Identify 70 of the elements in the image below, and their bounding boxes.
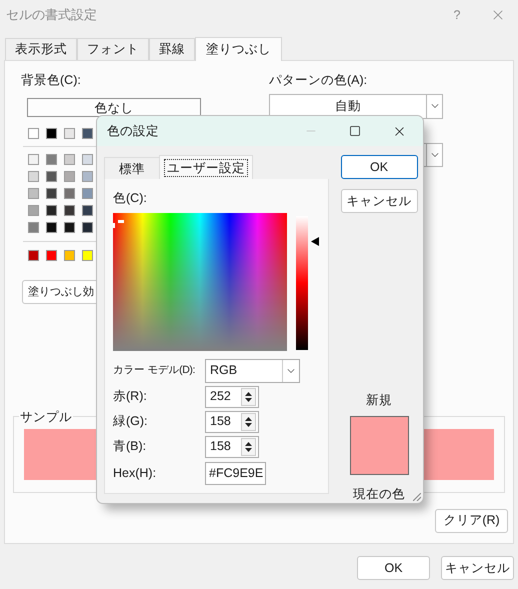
number-field[interactable]: 252: [205, 386, 259, 408]
color-swatch[interactable]: [82, 204, 93, 216]
color-swatch[interactable]: [64, 222, 75, 233]
tab[interactable]: ユーザー設定: [159, 155, 253, 179]
clear-button[interactable]: クリア(R): [435, 508, 508, 533]
field-label: 背景色(C):: [21, 72, 82, 89]
tab[interactable]: 罫線: [149, 38, 195, 60]
color-swatch[interactable]: [46, 204, 57, 216]
color-swatch[interactable]: [82, 222, 93, 233]
dialog-title: 色の設定: [107, 122, 159, 140]
up-icon: [245, 392, 252, 396]
color-swatch[interactable]: [28, 188, 39, 199]
maximize-icon[interactable]: [349, 125, 361, 137]
up-icon: [245, 416, 252, 421]
down-icon: [245, 448, 252, 452]
tab[interactable]: 塗りつぶし: [195, 37, 282, 61]
current-label: 現在の色: [353, 486, 405, 503]
color-swatch[interactable]: [82, 128, 93, 139]
color-swatch[interactable]: [46, 170, 57, 182]
spin-buttons[interactable]: [241, 412, 256, 431]
luminance-bar[interactable]: [296, 216, 308, 350]
color-swatch[interactable]: [46, 128, 57, 139]
color-swatch[interactable]: [82, 250, 93, 261]
color-swatch[interactable]: [28, 250, 39, 261]
color-swatch[interactable]: [82, 188, 93, 199]
color-swatch[interactable]: [64, 204, 75, 216]
color-swatch[interactable]: [28, 128, 39, 139]
cancel-button[interactable]: キャンセル: [340, 189, 418, 213]
window-title: セルの書式設定: [6, 6, 97, 24]
hex-field[interactable]: #FC9E9E: [205, 462, 266, 485]
field-label: 青(B):: [113, 438, 148, 456]
field-label: 緑(G):: [113, 413, 149, 430]
ok-button[interactable]: OK: [357, 556, 430, 580]
field-label: Hex(H):: [113, 464, 158, 482]
field-label: 赤(R):: [113, 388, 148, 406]
color-swatch[interactable]: [28, 222, 39, 233]
tab[interactable]: フォント: [77, 38, 149, 60]
color-swatch[interactable]: [64, 154, 75, 165]
color-swatch[interactable]: [64, 250, 75, 261]
color-swatch[interactable]: [46, 188, 57, 199]
color-swatch[interactable]: [64, 188, 75, 199]
luminance-arrow-icon[interactable]: [311, 237, 319, 246]
color-swatch[interactable]: [28, 204, 39, 216]
color-swatch[interactable]: [46, 154, 57, 165]
cancel-button[interactable]: キャンセル: [441, 556, 514, 580]
resize-grip-icon[interactable]: [413, 493, 421, 501]
color-swatch[interactable]: [28, 170, 39, 182]
pattern-color-dropdown[interactable]: 自動: [269, 94, 443, 119]
field-label: 色(C):: [113, 190, 148, 207]
field-label: パターンの色(A):: [269, 72, 368, 89]
ok-button[interactable]: OK: [340, 155, 418, 179]
color-swatch[interactable]: [46, 222, 57, 233]
spin-buttons[interactable]: [241, 388, 256, 406]
color-swatch[interactable]: [64, 170, 75, 182]
tab[interactable]: 表示形式: [5, 38, 77, 60]
field-label: カラー モデル(D):: [113, 362, 196, 378]
color-swatch[interactable]: [28, 154, 39, 165]
tab[interactable]: 標準: [104, 157, 159, 179]
down-icon: [245, 398, 252, 402]
color-swatch[interactable]: [46, 250, 57, 261]
color-swatch[interactable]: [82, 170, 93, 182]
number-field[interactable]: 158: [205, 436, 259, 458]
number-field[interactable]: 158: [205, 410, 259, 433]
color-swatch[interactable]: [82, 154, 93, 165]
color-model-dropdown[interactable]: RGB: [205, 358, 300, 383]
no-color-button[interactable]: 色なし: [27, 98, 201, 117]
new-label: 新規: [366, 392, 392, 409]
up-icon: [245, 442, 252, 446]
spin-buttons[interactable]: [241, 438, 256, 456]
color-swatch[interactable]: [64, 128, 75, 139]
